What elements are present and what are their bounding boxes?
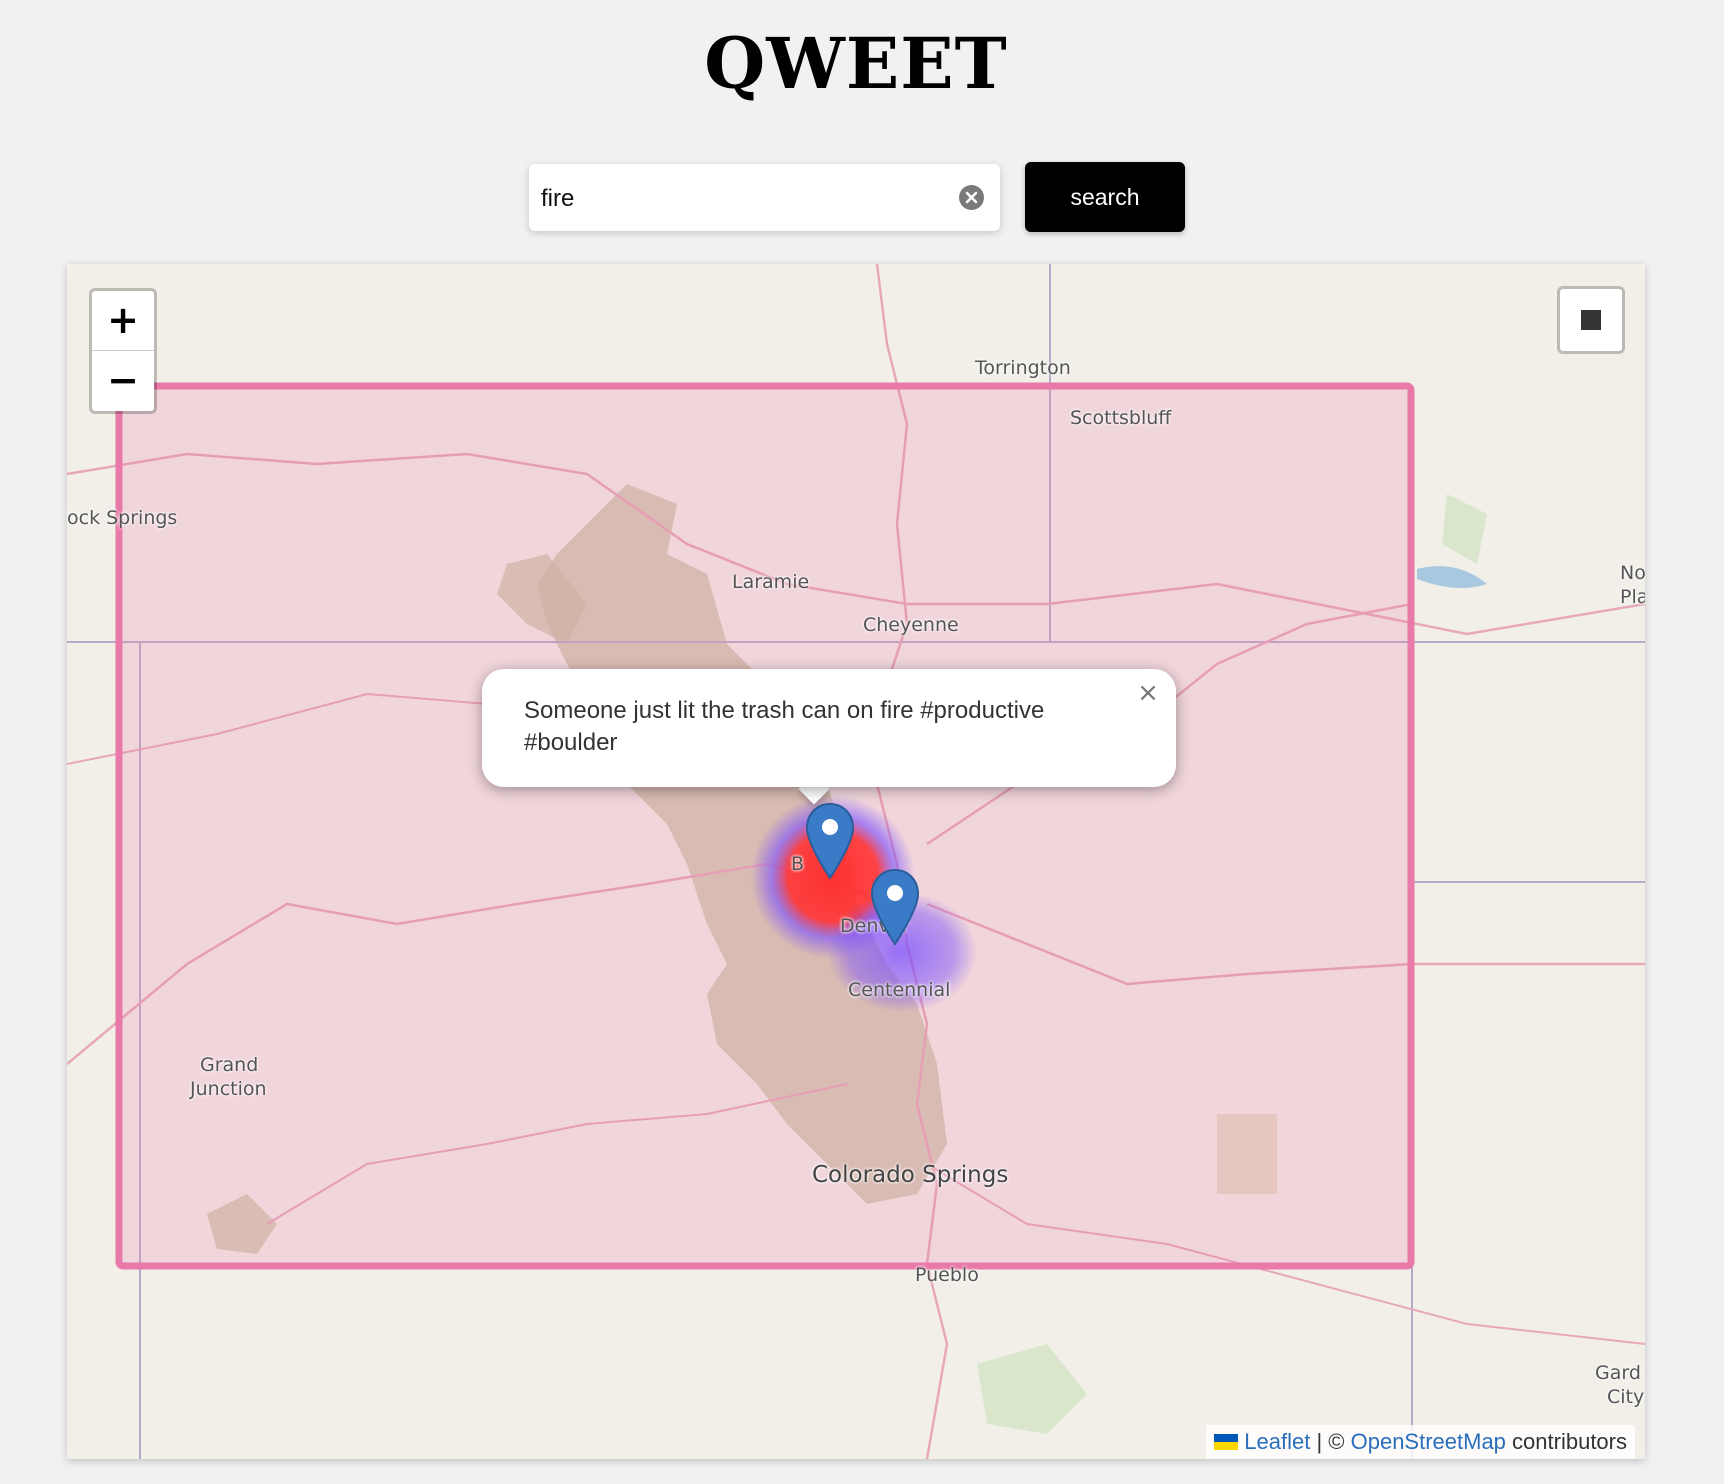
tweet-popup: Someone just lit the trash can on fire #… [482,669,1176,787]
city-label-cheyenne: Cheyenne [863,614,959,636]
zoom-out-button[interactable]: − [92,351,154,410]
city-label-garden-city-1: Gard [1595,1362,1641,1384]
clear-icon[interactable] [959,185,984,210]
popup-text: Someone just lit the trash can on fire #… [524,697,1045,756]
leaflet-link[interactable]: Leaflet [1244,1429,1310,1454]
map-attribution: Leaflet | © OpenStreetMap contributors [1206,1425,1635,1459]
zoom-control: + − [89,288,157,414]
map-pin-icon [870,868,920,946]
map[interactable]: Torrington Scottsbluff ock Springs Laram… [67,264,1645,1459]
ukraine-flag-icon [1214,1434,1239,1450]
app-title: QWEET [704,22,1008,105]
popup-close-button[interactable]: × [1134,679,1162,707]
city-label-colorado-springs: Colorado Springs [812,1162,1009,1188]
map-pin-icon [805,802,855,880]
city-label-north-platte-1: No [1620,562,1645,584]
search-button[interactable]: search [1025,162,1185,232]
city-label-north-platte-2: Pla [1620,586,1645,608]
city-label-boulder: B [791,853,805,875]
city-label-torrington: Torrington [975,357,1071,379]
attribution-suffix: contributors [1512,1429,1627,1454]
city-label-pueblo: Pueblo [915,1264,979,1286]
bounding-box [115,382,1415,1270]
city-label-centennial: Centennial [848,979,951,1001]
lake [1417,566,1487,588]
city-label-garden-city-2: City [1607,1386,1645,1408]
map-marker[interactable] [870,868,920,946]
openstreetmap-link[interactable]: OpenStreetMap [1351,1429,1506,1454]
draw-rectangle-button[interactable] [1557,286,1625,354]
city-label-grand-junction-1: Grand [200,1054,259,1076]
map-marker[interactable] [805,802,855,880]
map-tiles [67,264,1645,1459]
green-area-2 [977,1344,1087,1434]
attribution-separator: | © [1316,1429,1345,1454]
green-area-1 [1442,494,1487,564]
square-draw-icon [1581,310,1601,330]
city-label-grand-junction-2: Junction [190,1078,267,1100]
city-label-scottsbluff: Scottsbluff [1070,407,1172,429]
zoom-in-button[interactable]: + [92,291,154,351]
search-input[interactable] [539,164,943,233]
city-label-rock-springs: ock Springs [67,507,178,529]
search-box [529,164,1000,233]
city-label-laramie: Laramie [732,571,810,593]
